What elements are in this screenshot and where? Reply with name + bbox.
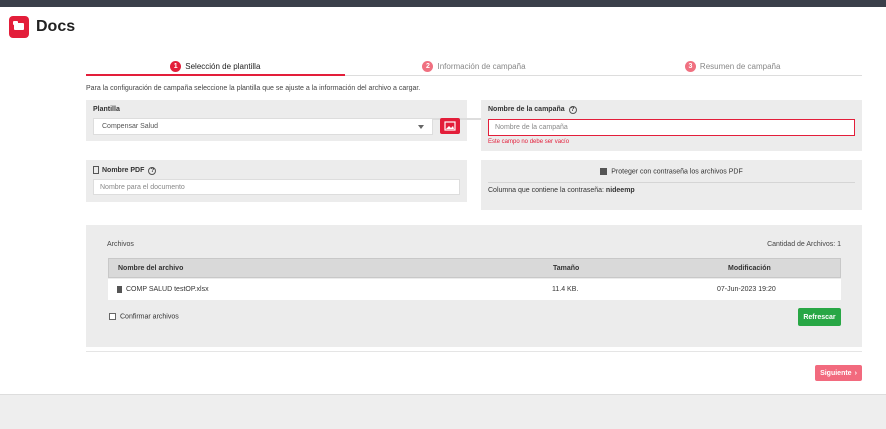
- step-label: Resumen de campaña: [699, 61, 781, 71]
- next-button[interactable]: Siguiente ›: [815, 365, 862, 381]
- column-header-modified[interactable]: Modificación: [728, 265, 771, 272]
- step-campaign-info[interactable]: 2 Información de campaña: [345, 57, 604, 75]
- campaign-name-input[interactable]: Nombre de la campaña: [488, 119, 855, 136]
- preview-template-button[interactable]: [440, 118, 460, 134]
- password-column-info: Columna que contiene la contraseña: nide…: [488, 187, 635, 194]
- file-modified: 07-Jun-2023 19:20: [717, 286, 776, 293]
- password-column-label: Columna que contiene la contraseña:: [488, 187, 604, 194]
- refresh-button[interactable]: Refrescar: [798, 308, 841, 326]
- section-divider: [86, 351, 862, 352]
- step-label: Información de campaña: [437, 61, 526, 71]
- chevron-right-icon: ›: [854, 369, 857, 377]
- campaign-label-text: Nombre de la campaña: [488, 106, 565, 113]
- docs-logo-icon: [9, 16, 29, 38]
- protect-divider: [488, 182, 855, 183]
- step-number: 1: [170, 60, 182, 72]
- template-select[interactable]: Compensar Salud: [93, 118, 433, 135]
- campaign-error-message: Este campo no debe ser vacío: [488, 139, 570, 145]
- confirm-files-label: Confirmar archivos: [120, 313, 179, 321]
- protect-checkbox-label: Proteger con contraseña los archivos PDF: [611, 168, 743, 176]
- step-number: 2: [422, 60, 434, 72]
- image-icon: [444, 121, 456, 131]
- table-row[interactable]: COMP SALUD testOP.xlsx 11.4 KB. 07-Jun-2…: [108, 279, 841, 300]
- column-header-size[interactable]: Tamaño: [553, 265, 579, 272]
- intro-text: Para la configuración de campaña selecci…: [86, 85, 421, 92]
- wizard-stepper: 1 Selección de plantilla 2 Información d…: [86, 57, 862, 76]
- step-number: 3: [684, 60, 696, 72]
- confirm-files-row[interactable]: Confirmar archivos: [109, 313, 179, 320]
- file-name: COMP SALUD testOP.xlsx: [126, 286, 209, 293]
- chevron-down-icon: [418, 125, 424, 129]
- page-footer: [0, 394, 886, 429]
- pdf-label-text: Nombre PDF: [102, 166, 145, 174]
- help-icon[interactable]: ?: [148, 166, 157, 175]
- protect-checkbox-row[interactable]: Proteger con contraseña los archivos PDF: [481, 168, 862, 175]
- password-column-value: nideemp: [605, 187, 635, 194]
- column-header-name[interactable]: Nombre del archivo: [118, 265, 183, 272]
- file-size: 11.4 KB.: [552, 286, 579, 293]
- app-header: Docs: [0, 7, 886, 47]
- files-table-header: Nombre del archivo Tamaño Modificación: [108, 258, 841, 278]
- files-title: Archivos: [107, 241, 134, 248]
- confirm-files-checkbox[interactable]: [109, 313, 116, 320]
- pdf-name-placeholder: Nombre para el documento: [100, 183, 185, 191]
- template-selected-value: Compensar Salud: [102, 123, 159, 130]
- protect-panel: Proteger con contraseña los archivos PDF…: [481, 160, 862, 210]
- file-icon: [117, 286, 122, 293]
- help-icon[interactable]: ?: [568, 106, 577, 114]
- template-label: Plantilla: [93, 106, 120, 113]
- app-title: Docs: [36, 18, 76, 35]
- pdf-name-input[interactable]: Nombre para el documento: [93, 179, 460, 195]
- campaign-label: Nombre de la campaña?: [488, 106, 577, 114]
- protect-checkbox[interactable]: [600, 168, 608, 175]
- step-template-selection[interactable]: 1 Selección de plantilla: [86, 57, 345, 76]
- pdf-label: Nombre PDF?: [93, 166, 157, 175]
- campaign-name-placeholder: Nombre de la campaña: [495, 124, 568, 131]
- step-campaign-summary[interactable]: 3 Resumen de campaña: [603, 57, 862, 75]
- step-label: Selección de plantilla: [185, 61, 261, 71]
- next-button-label: Siguiente: [820, 369, 852, 377]
- document-icon: [93, 166, 99, 174]
- window-topbar: [0, 0, 886, 7]
- files-count: Cantidad de Archivos: 1: [767, 241, 841, 248]
